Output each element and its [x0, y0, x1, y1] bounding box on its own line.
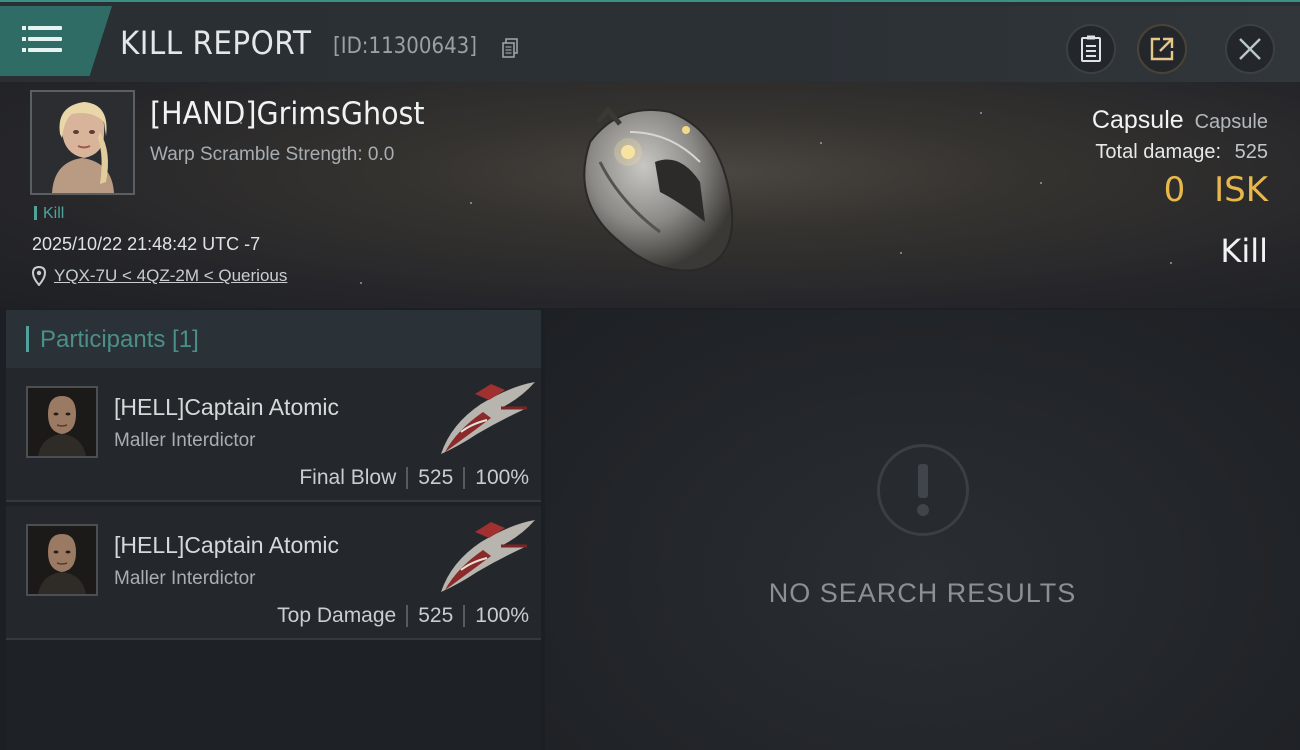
ship-name[interactable]: Capsule: [1092, 106, 1184, 134]
isk-unit: ISK: [1214, 170, 1268, 210]
kill-report-window: KILL REPORT [ID:11300643] Kill [HAND]Gri…: [0, 0, 1300, 750]
menu-icon: [22, 26, 62, 52]
participant-portrait[interactable]: [26, 524, 98, 596]
participant-ship: Maller Interdictor: [114, 568, 256, 589]
close-button[interactable]: [1225, 24, 1275, 74]
report-id: [ID:11300643]: [333, 34, 477, 59]
participant-name[interactable]: [HELL]Captain Atomic: [114, 532, 339, 559]
kill-summary: Capsule Capsule Total damage: 525 0 ISK …: [1092, 106, 1268, 270]
menu-button[interactable]: [0, 6, 112, 76]
share-button[interactable]: [1137, 24, 1187, 74]
location-link[interactable]: YQX-7U < 4QZ-2M < Querious: [32, 266, 287, 286]
results-panel: NO SEARCH RESULTS: [545, 310, 1300, 750]
divider: [406, 467, 409, 489]
location-pin-icon: [32, 266, 46, 286]
participant-damage: 525: [418, 604, 454, 627]
avatar: [28, 526, 96, 594]
ship-class: Capsule: [1194, 111, 1268, 133]
participants-header[interactable]: Participants [1]: [6, 310, 541, 368]
participant-percent: 100%: [475, 466, 529, 489]
participant-name[interactable]: [HELL]Captain Atomic: [114, 394, 339, 421]
participant-row[interactable]: [HELL]Captain Atomic Maller Interdictor …: [6, 506, 541, 640]
empty-state-text: NO SEARCH RESULTS: [768, 578, 1077, 608]
clipboard-icon: [1081, 35, 1101, 62]
divider: [406, 605, 409, 627]
maller-ship-image: [441, 520, 535, 592]
location-text[interactable]: YQX-7U < 4QZ-2M < Querious: [54, 266, 287, 286]
kill-tag: Kill: [34, 205, 64, 223]
participant-portrait[interactable]: [26, 386, 98, 458]
participant-role: Top Damage: [277, 604, 397, 627]
maller-ship-image: [441, 382, 535, 454]
avatar: [28, 388, 96, 456]
page-title: KILL REPORT: [120, 24, 312, 62]
copy-icon[interactable]: [502, 38, 518, 58]
victim-banner: Kill [HAND]GrimsGhost Warp Scramble Stre…: [0, 82, 1300, 308]
total-damage-label: Total damage:: [1095, 141, 1222, 163]
avatar: [32, 92, 133, 193]
victim-portrait[interactable]: [30, 90, 135, 195]
exclamation-icon: [877, 444, 969, 536]
participant-ship: Maller Interdictor: [114, 430, 256, 451]
participant-percent: 100%: [475, 604, 529, 627]
header-bar: KILL REPORT [ID:11300643]: [0, 6, 1300, 82]
participant-stats: Top Damage 525 100%: [277, 604, 529, 628]
victim-name[interactable]: [HAND]GrimsGhost: [150, 96, 425, 132]
share-icon: [1150, 37, 1174, 61]
divider: [463, 467, 466, 489]
isk-value: 0: [1163, 170, 1186, 210]
participants-panel: Participants [1] [HELL]Captain Atomic Ma…: [6, 310, 541, 750]
participants-title: Participants [1]: [40, 326, 199, 353]
total-damage-value: 525: [1234, 141, 1268, 163]
capsule-ship-image: [583, 106, 734, 272]
clipboard-button[interactable]: [1066, 24, 1116, 74]
participant-role: Final Blow: [299, 466, 397, 489]
participant-row[interactable]: [HELL]Captain Atomic Maller Interdictor …: [6, 368, 541, 502]
participant-damage: 525: [418, 466, 454, 489]
warp-scramble-strength: Warp Scramble Strength: 0.0: [150, 144, 395, 165]
result-label: Kill: [1220, 232, 1268, 270]
divider: [463, 605, 466, 627]
participant-stats: Final Blow 525 100%: [299, 466, 529, 490]
close-icon: [1239, 38, 1261, 60]
kill-timestamp: 2025/10/22 21:48:42 UTC -7: [32, 234, 261, 254]
